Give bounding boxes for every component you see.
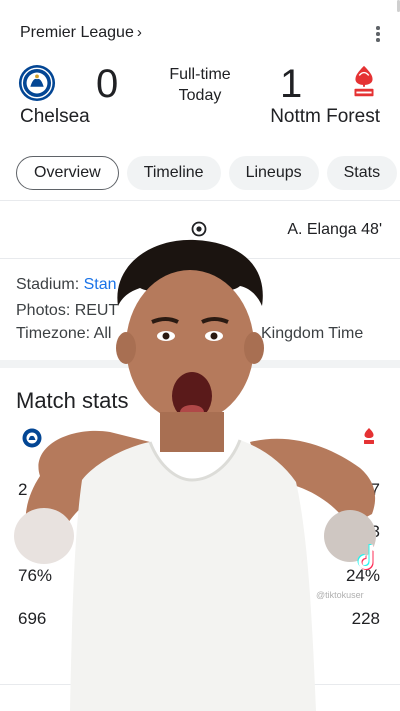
home-team-name[interactable]: Chelsea (20, 106, 90, 128)
tiktok-logo-icon (357, 544, 380, 570)
more-options-icon[interactable] (376, 26, 380, 42)
home-score: 0 (96, 62, 119, 106)
tab-timeline[interactable]: Timeline (126, 156, 221, 190)
away-team-name[interactable]: Nottm Forest (270, 106, 380, 128)
league-name: Premier League (20, 24, 134, 41)
person-overlay-image (14, 239, 376, 711)
tab-stats[interactable]: Stats (326, 156, 398, 190)
status-fulltime: Full-time (169, 66, 231, 83)
match-status: Full-time Today (150, 64, 250, 106)
league-link[interactable]: Premier League › (20, 24, 142, 42)
goal-ball-icon (191, 221, 207, 237)
away-score: 1 (280, 62, 303, 106)
tab-lineups[interactable]: Lineups (228, 156, 319, 190)
match-tabs: Overview Timeline Lineups Stats (16, 156, 398, 190)
nottm-forest-crest-icon (354, 65, 374, 97)
divider (0, 200, 400, 201)
tiktok-username: @tiktokuser (316, 590, 364, 600)
chelsea-crest-icon (18, 64, 56, 102)
tab-overview[interactable]: Overview (16, 156, 119, 190)
status-date: Today (178, 87, 222, 104)
chevron-right-icon: › (136, 24, 142, 41)
